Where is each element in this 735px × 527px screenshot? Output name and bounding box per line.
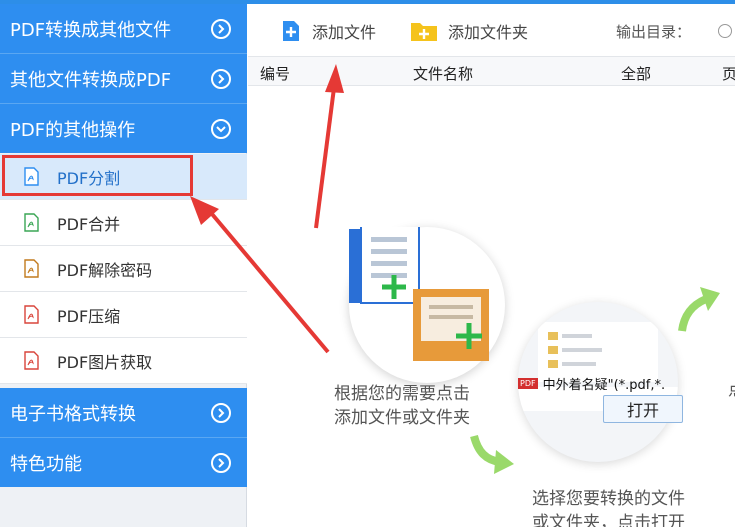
annotation-arrow-to-add-file	[314, 64, 344, 229]
annotation-arrow-to-pdf-split	[190, 196, 330, 354]
annotation-arrows	[190, 64, 344, 354]
